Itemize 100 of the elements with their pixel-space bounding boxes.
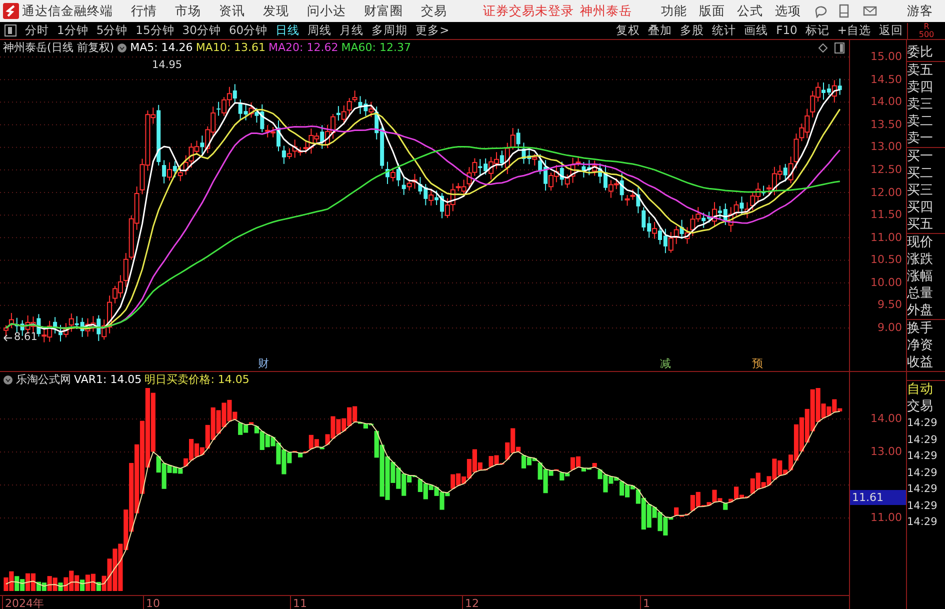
trade-header-label: 交易 [907,398,934,415]
toolbar-button[interactable]: F10 [772,22,802,39]
date-label: 12 [462,596,479,609]
quote-field-label: 涨幅 [907,268,934,285]
quote-field-label: 买五 [907,216,934,233]
quote-field-label: 外盘 [907,302,934,319]
axis-value-label: 13.00 [870,445,902,459]
axis-price-label: 9.50 [878,298,902,312]
trade-time: 14:29 [907,515,938,530]
axis-price-label: 14.50 [870,72,902,87]
toolbar-button[interactable]: 叠加 [644,22,676,39]
panel-toggle-icon[interactable] [4,24,17,37]
menu-item[interactable]: 交易 [421,2,447,20]
left-arrow-icon [3,334,13,342]
quote-field-label: 现价 [907,234,934,251]
quote-field-label: 卖五 [907,62,934,79]
collapse-icon[interactable] [3,375,13,385]
period-tab[interactable]: 周线 [304,22,336,39]
period-tab[interactable]: 15分钟 [132,22,178,39]
axis-price-label: 10.00 [870,276,902,290]
period-tab[interactable]: 30分钟 [178,22,225,39]
quote-field-label: 涨跌 [907,251,934,268]
menu-item[interactable]: 资讯 [219,2,245,20]
indicator-value: VAR1: 14.05 [74,372,142,388]
menu-item[interactable]: 版面 [699,2,725,20]
phone-icon[interactable] [837,4,851,18]
axis-price-label: 12.50 [870,162,902,177]
user-name[interactable]: 游客 [907,2,933,20]
panel-icon[interactable] [834,42,845,54]
quote-field-label: 换手 [907,320,934,337]
period-tab[interactable]: 5分钟 [92,22,132,39]
low-price-label: 8.61 [14,330,38,345]
axis-price-label: 9.00 [878,321,902,336]
axis-price-label: 12.00 [870,186,902,200]
toolbar-button[interactable]: 返回 [875,22,907,39]
event-marker[interactable]: 减 [660,356,671,372]
trade-header-label[interactable]: 自动 [907,381,945,398]
menu-item[interactable]: 公式 [737,2,763,20]
quote-field-label: 买三 [907,182,934,199]
period-tab[interactable]: 分时 [21,22,53,39]
date-label: 10 [143,596,160,609]
period-tab[interactable]: 更多> [412,22,454,39]
quote-field-label: 买四 [907,199,934,216]
quote-field-label: 卖二 [907,113,934,130]
indicator-value: 明日买卖价格: 14.05 [144,372,250,388]
mail-icon[interactable] [863,4,877,18]
corner-count: 500 [918,30,934,38]
menu-item[interactable]: 财富圈 [364,2,403,20]
menu-item[interactable]: 问小达 [307,2,346,20]
quote-field-label: 总量 [907,285,934,302]
menu-item[interactable]: 功能 [661,2,687,20]
period-tab[interactable]: 1分钟 [53,22,92,39]
trade-time: 14:29 [907,466,938,480]
toolbar-button[interactable]: 画线 [740,22,772,39]
indicator-value: MA20: 12.62 [268,40,338,56]
date-label: 1 [640,596,650,609]
axis-price-label: 10.50 [870,253,902,268]
app-logo-icon [3,3,19,19]
toolbar-button[interactable]: +自选 [833,22,875,39]
quote-field-label: 卖三 [907,96,934,113]
quote-field-label: 买一 [907,148,934,165]
date-label: 2024年 [2,596,44,609]
toolbar-button[interactable]: 统计 [708,22,740,39]
menu-item[interactable]: 选项 [775,2,801,20]
menu-item[interactable]: 发现 [263,2,289,20]
event-marker[interactable]: 财 [258,356,269,372]
corner-label: R [924,22,930,30]
axis-price-label: 11.00 [870,230,902,245]
login-status-text: 证券交易未登录 [483,2,574,20]
chat-icon[interactable] [813,4,827,18]
toolbar-button[interactable]: 标记 [801,22,834,39]
quote-field-label: 卖四 [907,79,934,96]
axis-price-label: 14.00 [870,95,902,110]
event-marker[interactable]: 预 [752,356,763,372]
trade-time: 14:29 [907,416,938,431]
quote-field-label: 净资 [907,337,934,354]
menu-item[interactable]: 市场 [175,2,201,20]
toolbar-button[interactable]: 多股 [676,22,708,39]
axis-value-label: 11.00 [870,511,902,525]
app-title: 通达信金融终端 [22,2,113,20]
diamond-icon[interactable] [818,43,828,53]
collapse-icon[interactable] [117,43,128,53]
toolbar-button[interactable]: 复权 [612,22,644,39]
date-label: 11 [290,596,307,609]
axis-price-label: 15.00 [870,50,902,64]
menu-item[interactable]: 行情 [131,2,157,20]
period-tab[interactable]: 多周期 [368,22,412,39]
axis-value-label: 14.00 [870,412,902,426]
trade-time: 14:29 [907,482,938,497]
trade-time: 14:29 [907,498,938,514]
indicator-value: MA60: 12.37 [341,40,411,56]
quote-field-label: 卖一 [907,130,934,147]
period-tab[interactable]: 日线 [272,22,304,39]
stock-title: 神州泰岳(日线 前复权) [3,40,114,56]
quote-field-label: 买二 [907,165,934,182]
current-value-label: 11.61 [850,490,906,505]
stock-name-text: 神州泰岳 [580,2,632,20]
quote-field-label: 收益 [907,354,934,371]
period-tab[interactable]: 60分钟 [224,22,272,39]
period-tab[interactable]: 月线 [336,22,368,39]
